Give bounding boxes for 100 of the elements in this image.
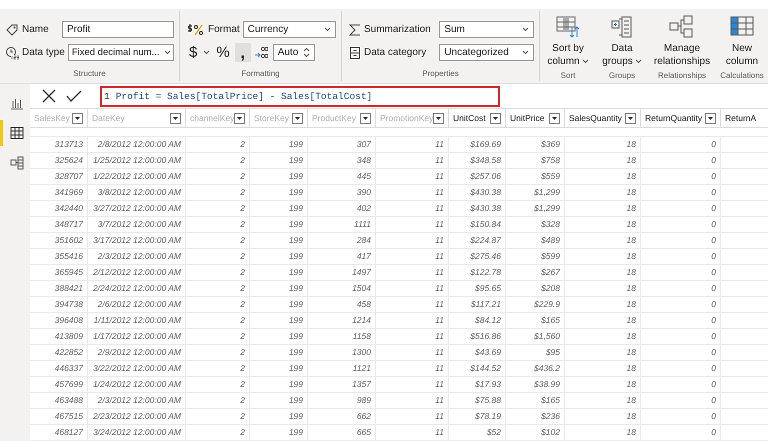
grouped-list-icon <box>610 15 634 39</box>
table-cell: 2 <box>240 219 245 229</box>
table-cell: $369 <box>541 139 560 149</box>
table-cell: 18 <box>626 187 636 197</box>
formula-input[interactable]: 1 Profit = Sales[TotalPrice] - Sales[TotalCost] <box>100 86 500 106</box>
table-cell: 2 <box>240 363 245 373</box>
table-cell: $17.93 <box>475 379 501 389</box>
summarization-dropdown[interactable]: Sum <box>439 21 534 38</box>
table-cell: 18 <box>626 283 636 293</box>
filter-dropdown-icon[interactable] <box>292 112 303 124</box>
filter-dropdown-icon[interactable] <box>360 112 371 124</box>
caret-icon[interactable] <box>203 50 210 55</box>
table-cell: 348717 <box>54 219 83 229</box>
close-icon[interactable] <box>42 89 56 103</box>
table-cell: 18 <box>626 267 636 277</box>
table-cell: 199 <box>288 187 303 197</box>
table-cell: 2 <box>240 315 245 325</box>
table-cell: 18 <box>626 411 636 421</box>
filter-dropdown-icon[interactable] <box>625 112 636 124</box>
table-cell: $559 <box>541 171 560 181</box>
table-cell: $102 <box>541 427 560 437</box>
table-cell: 2 <box>240 187 245 197</box>
table-cell: 18 <box>626 427 636 437</box>
table-cell: 0 <box>711 379 716 389</box>
table-cell: 11 <box>435 267 444 277</box>
table-cell: 402 <box>356 203 371 213</box>
name-label: Name <box>22 24 50 35</box>
filter-dropdown-icon[interactable] <box>170 112 181 124</box>
group-label: Structure <box>72 69 107 80</box>
table-cell: 0 <box>711 347 716 357</box>
table-cell: 394738 <box>54 299 83 309</box>
table-cell: 1300 <box>352 347 371 357</box>
column-header: ReturnA <box>725 113 756 123</box>
table-cell: 1214 <box>352 315 371 325</box>
table-cell: 341969 <box>54 187 83 197</box>
table-cell: $122.78 <box>470 267 501 277</box>
spinner-arrows-icon <box>302 47 310 58</box>
table-cell: $1,299 <box>534 203 560 213</box>
table-cell: $38.99 <box>534 379 560 389</box>
name-field[interactable]: Profit <box>62 21 174 38</box>
table-cell: $165 <box>541 315 560 325</box>
table-cell: 11 <box>435 331 444 341</box>
comma-button[interactable]: , <box>234 43 251 62</box>
table-cell: $117.21 <box>470 299 501 309</box>
filter-dropdown-icon[interactable] <box>490 112 501 124</box>
table-cell: 199 <box>288 427 303 437</box>
group-label: Relationships <box>658 71 706 82</box>
filter-dropdown-icon[interactable] <box>433 112 444 124</box>
filter-dropdown-icon[interactable] <box>72 112 83 124</box>
decimal-places-spinner[interactable]: Auto <box>272 44 315 61</box>
table-cell: 199 <box>288 251 303 261</box>
table-cell: $95.65 <box>475 283 501 293</box>
table-cell: 18 <box>626 315 636 325</box>
caret-icon <box>324 27 331 32</box>
table-cell: 445 <box>356 171 371 181</box>
column-header: DateKey <box>92 113 125 123</box>
format-dropdown[interactable]: Currency <box>242 21 336 38</box>
table-cell: 2 <box>240 139 245 149</box>
table-cell: 11 <box>435 299 444 309</box>
table-cell: 0 <box>711 427 716 437</box>
table-cell: 458 <box>356 299 371 309</box>
data-groups-button[interactable]: Data groups <box>598 15 646 68</box>
column-header: channelKey <box>190 113 234 123</box>
table-cell: $430.38 <box>470 187 501 197</box>
table-cell: 2 <box>240 203 245 213</box>
table-cell: 2 <box>240 427 245 437</box>
new-column-button[interactable]: New column <box>718 15 766 68</box>
checkmark-icon[interactable] <box>66 90 82 102</box>
table-cell: $144.52 <box>470 363 501 373</box>
table-cell: 199 <box>288 379 303 389</box>
table-cell: 468127 <box>54 427 83 437</box>
filter-dropdown-icon[interactable] <box>549 112 560 124</box>
data-type-dropdown[interactable]: Fixed decimal num... <box>68 44 174 61</box>
decimal-places-icon[interactable] <box>254 46 268 60</box>
table-cell: 1158 <box>352 331 371 341</box>
table-cell: $489 <box>541 235 560 245</box>
table-cell: 0 <box>711 235 716 245</box>
table-cell: 3/7/2012 12:00:00 AM <box>98 219 181 229</box>
table-cell: $208 <box>541 283 560 293</box>
table-cell: 351602 <box>54 235 83 245</box>
table-cell: $430.38 <box>470 203 501 213</box>
table-cell: 2 <box>240 299 245 309</box>
filter-dropdown-icon[interactable] <box>705 112 716 124</box>
filter-dropdown-icon[interactable] <box>234 112 246 124</box>
sort-by-column-button[interactable]: Sort by column <box>542 15 594 68</box>
currency-button[interactable]: $ <box>187 43 200 62</box>
table-cell: 2 <box>240 331 245 341</box>
table-cell: $150.84 <box>470 219 501 229</box>
table-cell: 199 <box>288 363 303 373</box>
manage-relationships-button[interactable]: Manage relationships <box>650 15 714 68</box>
table-cell: 3/22/2012 12:00:00 AM <box>92 363 181 373</box>
table-cell: $328 <box>541 219 560 229</box>
table-cell: 11 <box>435 155 444 165</box>
table-cell: 0 <box>711 395 716 405</box>
table-cell: $165 <box>541 395 560 405</box>
percent-button[interactable]: % <box>214 43 232 62</box>
table-cell: $599 <box>541 251 560 261</box>
data-category-dropdown[interactable]: Uncategorized <box>439 44 534 61</box>
table-cell: 0 <box>711 203 716 213</box>
table-cell: 199 <box>288 171 303 181</box>
